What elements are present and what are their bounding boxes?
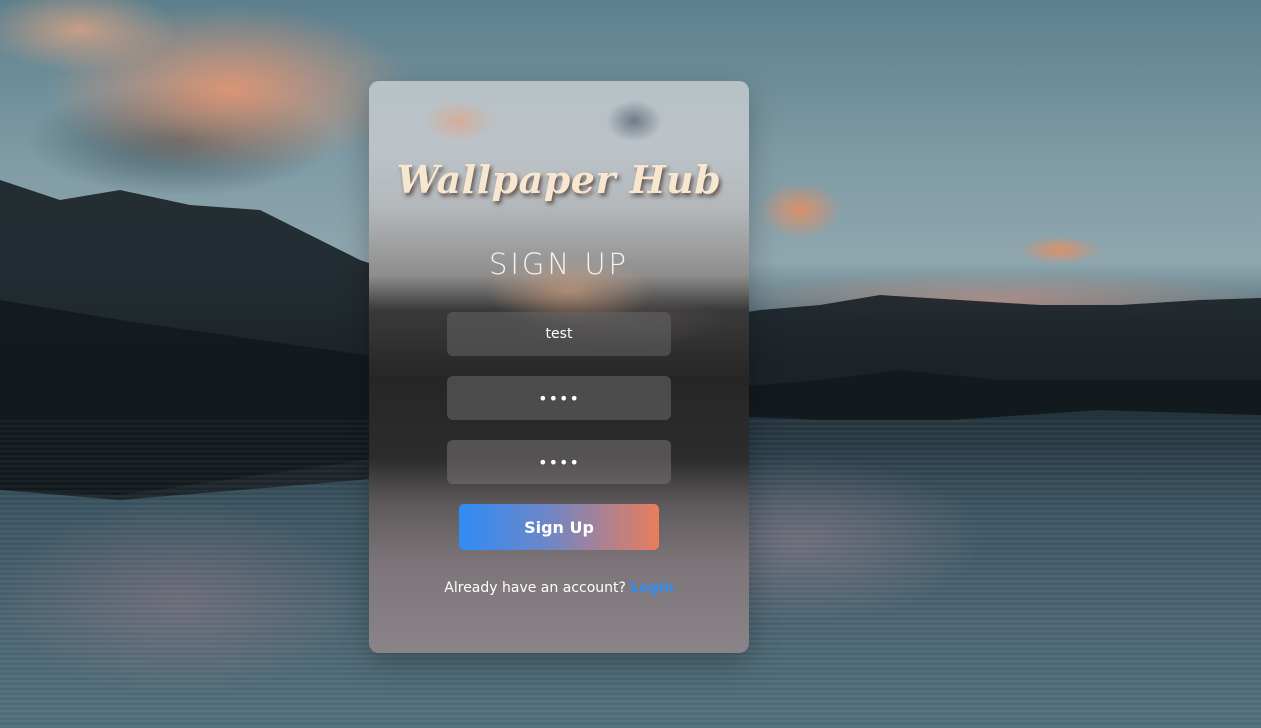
login-link[interactable]: Login	[630, 580, 673, 596]
login-prompt: Already have an account? Login	[369, 580, 749, 596]
sign-up-button[interactable]: Sign Up	[459, 504, 659, 550]
brand-logo-text: Wallpaper Hub	[396, 157, 722, 202]
background-photo: Wallpaper Hub SIGN UP Sign Up Already ha…	[0, 0, 1261, 728]
signup-card: Wallpaper Hub SIGN UP Sign Up Already ha…	[369, 81, 749, 653]
password-input[interactable]	[447, 376, 671, 420]
form-heading: SIGN UP	[488, 247, 630, 281]
confirm-password-input[interactable]	[447, 440, 671, 484]
login-prompt-text: Already have an account?	[444, 580, 626, 596]
username-input[interactable]	[447, 312, 671, 356]
